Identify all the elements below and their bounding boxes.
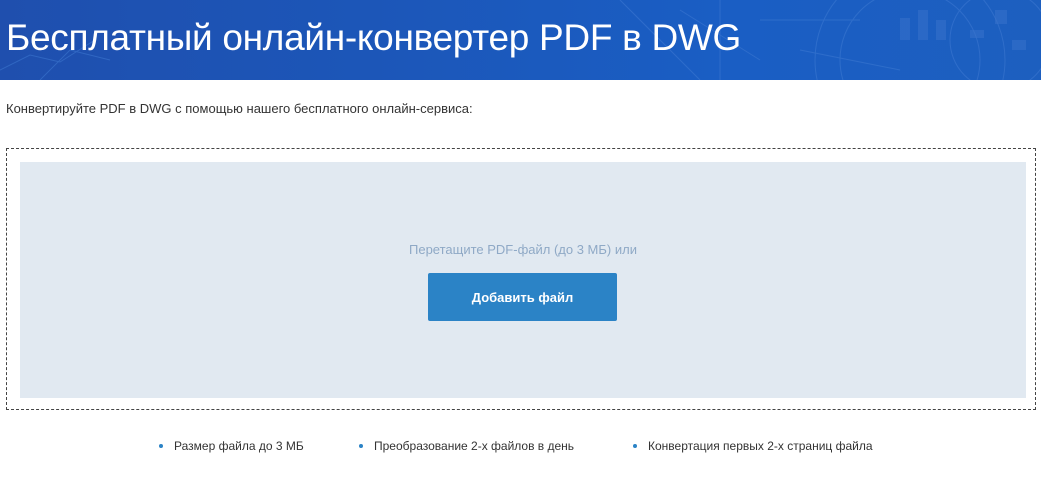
bullet-dot-icon bbox=[633, 443, 637, 448]
bullet-dot-icon bbox=[159, 443, 163, 448]
add-file-button[interactable]: Добавить файл bbox=[428, 273, 617, 321]
feature-label: Конвертация первых 2-х страниц файла bbox=[648, 439, 873, 453]
page-title: Бесплатный онлайн-конвертер PDF в DWG bbox=[6, 17, 741, 58]
features-list: Размер файла до 3 МБ Преобразование 2-х … bbox=[0, 439, 1041, 457]
list-item: Преобразование 2-х файлов в день bbox=[359, 439, 574, 453]
feature-label: Размер файла до 3 МБ bbox=[174, 439, 304, 453]
feature-label: Преобразование 2-х файлов в день bbox=[374, 439, 575, 453]
list-item: Размер файла до 3 МБ bbox=[159, 439, 304, 453]
bullet-dot-icon bbox=[359, 443, 363, 448]
list-item: Конвертация первых 2-х страниц файла bbox=[633, 439, 873, 453]
drop-hint-text: Перетащите PDF-файл (до 3 МБ) или bbox=[409, 242, 637, 257]
intro-text: Конвертируйте PDF в DWG с помощью нашего… bbox=[6, 101, 473, 116]
header-banner: Бесплатный онлайн-конвертер PDF в DWG bbox=[0, 0, 1041, 80]
file-dropzone[interactable]: Перетащите PDF-файл (до 3 МБ) или Добави… bbox=[20, 162, 1026, 398]
